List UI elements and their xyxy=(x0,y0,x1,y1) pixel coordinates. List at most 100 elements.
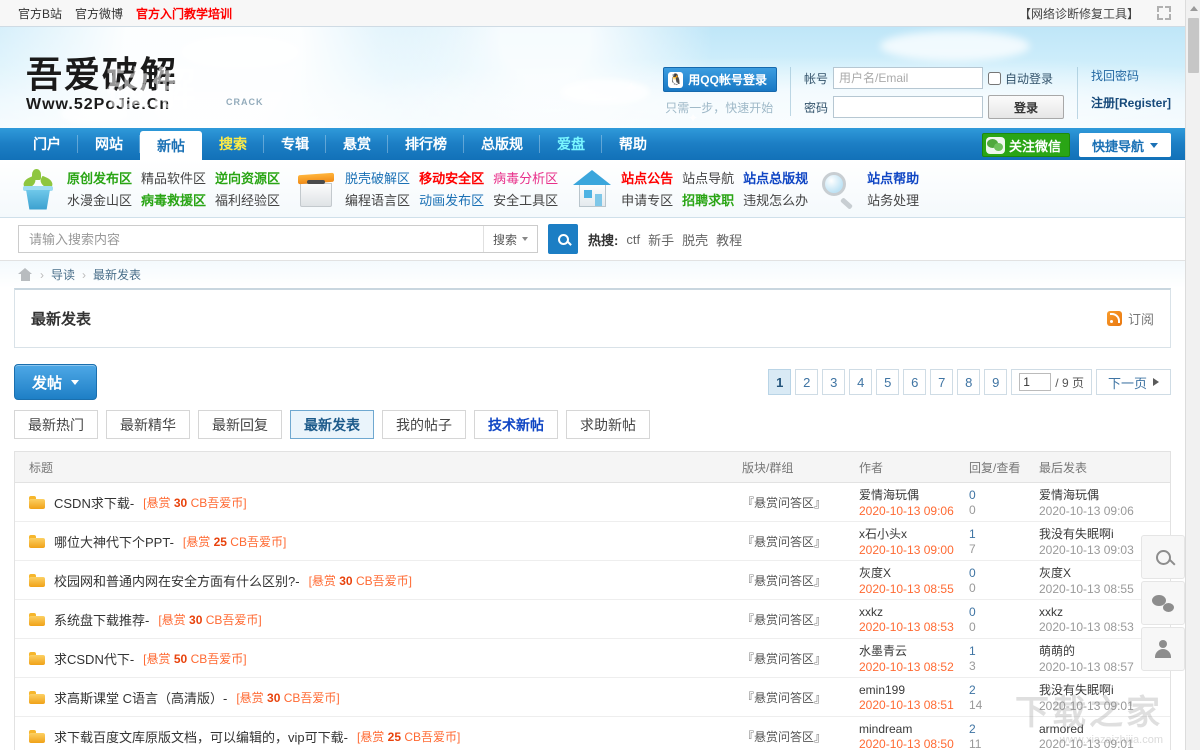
username-input[interactable] xyxy=(832,67,983,89)
forum-link[interactable]: 『悬赏问答区』 xyxy=(742,574,826,588)
page-jump-input[interactable] xyxy=(1019,373,1052,391)
nav-item-aipan[interactable]: 爱盘 xyxy=(540,128,602,160)
breadcrumb-item-guide[interactable]: 导读 xyxy=(51,266,75,283)
topbar-link-training[interactable]: 官方入门教学培训 xyxy=(136,5,232,22)
last-author-link[interactable]: 萌萌的 xyxy=(1039,642,1157,659)
cat-link-chat[interactable]: 水漫金山区 xyxy=(67,190,132,209)
breadcrumb-item-latest[interactable]: 最新发表 xyxy=(93,266,141,283)
table-row[interactable]: 求高斯课堂 C语言（高清版）- [悬赏 30 CB吾爱币] 『悬赏问答区』 em… xyxy=(15,678,1170,717)
cat-link-reverse-resource[interactable]: 逆向资源区 xyxy=(215,168,280,187)
tab-latest-post[interactable]: 最新发表 xyxy=(290,410,374,439)
cat-link-site-navigation[interactable]: 站点导航 xyxy=(682,168,734,187)
thread-title-link[interactable]: 哪位大神代下个PPT- xyxy=(54,532,174,551)
tab-tech-new[interactable]: 技术新帖 xyxy=(474,410,558,439)
side-profile-button[interactable] xyxy=(1141,627,1185,671)
forum-link[interactable]: 『悬赏问答区』 xyxy=(742,730,826,744)
cat-link-security-tools[interactable]: 安全工具区 xyxy=(493,190,558,209)
forum-link[interactable]: 『悬赏问答区』 xyxy=(742,535,826,549)
find-password-link[interactable]: 找回密码 xyxy=(1091,67,1171,84)
cat-link-unpack-crack[interactable]: 脱壳破解区 xyxy=(345,168,410,187)
cat-link-virus-analysis[interactable]: 病毒分析区 xyxy=(493,168,558,187)
next-page-button[interactable]: 下一页 xyxy=(1095,369,1171,395)
cat-link-programming[interactable]: 编程语言区 xyxy=(345,190,410,209)
cat-link-violation-help[interactable]: 违规怎么办 xyxy=(743,190,808,209)
author-link[interactable]: 灰度X xyxy=(859,564,969,581)
author-link[interactable]: mindream xyxy=(859,722,969,736)
page-button-8[interactable]: 8 xyxy=(957,369,981,395)
nav-item-rules[interactable]: 总版规 xyxy=(464,128,540,160)
thread-title-link[interactable]: 求高斯课堂 C语言（高清版）- xyxy=(54,688,227,707)
qq-login-button[interactable]: 🐧 用QQ帐号登录 xyxy=(663,67,777,92)
tab-latest-digest[interactable]: 最新精华 xyxy=(106,410,190,439)
cat-link-site-help[interactable]: 站点帮助 xyxy=(867,168,919,187)
thread-title-link[interactable]: 系统盘下载推荐- xyxy=(54,610,149,629)
page-button-7[interactable]: 7 xyxy=(930,369,954,395)
last-author-link[interactable]: xxkz xyxy=(1039,605,1157,619)
side-chat-button[interactable] xyxy=(1141,581,1185,625)
page-button-3[interactable]: 3 xyxy=(822,369,846,395)
topbar-link-weibo[interactable]: 官方微博 xyxy=(75,5,123,22)
search-input[interactable] xyxy=(19,226,483,252)
cat-link-welfare[interactable]: 福利经验区 xyxy=(215,190,280,209)
forum-link[interactable]: 『悬赏问答区』 xyxy=(742,652,826,666)
tab-my-posts[interactable]: 我的帖子 xyxy=(382,410,466,439)
subscribe-link[interactable]: 订阅 xyxy=(1106,309,1154,328)
login-button[interactable]: 登录 xyxy=(987,95,1064,119)
nav-item-help[interactable]: 帮助 xyxy=(602,128,664,160)
thread-title-link[interactable]: 校园网和普通内网在安全方面有什么区别?- xyxy=(54,571,300,590)
tab-latest-hot[interactable]: 最新热门 xyxy=(14,410,98,439)
register-link[interactable]: 注册[Register] xyxy=(1091,94,1171,111)
nav-item-new-posts[interactable]: 新帖 xyxy=(140,131,202,160)
auto-login-checkbox[interactable] xyxy=(987,71,1001,85)
last-author-link[interactable]: armored xyxy=(1039,722,1157,736)
table-row[interactable]: 求CSDN代下- [悬赏 50 CB吾爱币] 『悬赏问答区』 水墨青云 2020… xyxy=(15,639,1170,678)
last-author-link[interactable]: 我没有失眠啊i xyxy=(1039,681,1157,698)
nav-item-album[interactable]: 专辑 xyxy=(264,128,326,160)
topbar-link-bilibili[interactable]: 官方B站 xyxy=(18,5,62,22)
table-row[interactable]: 系统盘下载推荐- [悬赏 30 CB吾爱币] 『悬赏问答区』 xxkz 2020… xyxy=(15,600,1170,639)
author-link[interactable]: x石小头x xyxy=(859,525,969,542)
quick-nav-dropdown[interactable]: 快捷导航 xyxy=(1078,133,1171,157)
table-row[interactable]: 校园网和普通内网在安全方面有什么区别?- [悬赏 30 CB吾爱币] 『悬赏问答… xyxy=(15,561,1170,600)
cat-link-original-release[interactable]: 原创发布区 xyxy=(67,168,132,187)
thread-title-link[interactable]: CSDN求下载- xyxy=(54,493,134,512)
table-row[interactable]: CSDN求下载- [悬赏 30 CB吾爱币] 『悬赏问答区』 爱情海玩偶 202… xyxy=(15,483,1170,522)
hot-search-item-tutorial[interactable]: 教程 xyxy=(716,230,742,249)
author-link[interactable]: 爱情海玩偶 xyxy=(859,486,969,503)
forum-link[interactable]: 『悬赏问答区』 xyxy=(742,613,826,627)
cat-link-site-announcement[interactable]: 站点公告 xyxy=(621,168,673,187)
collapse-icon[interactable] xyxy=(1157,6,1171,20)
password-input[interactable] xyxy=(832,96,983,118)
window-scrollbar[interactable] xyxy=(1185,0,1200,750)
thread-title-link[interactable]: 求CSDN代下- xyxy=(54,649,134,668)
author-link[interactable]: emin199 xyxy=(859,683,969,697)
thread-title-link[interactable]: 求下载百度文库原版文档，可以编辑的，vip可下载- xyxy=(54,727,348,746)
home-icon[interactable] xyxy=(18,268,33,281)
page-button-4[interactable]: 4 xyxy=(849,369,873,395)
nav-item-bounty[interactable]: 悬赏 xyxy=(326,128,388,160)
search-submit-button[interactable] xyxy=(548,224,578,254)
nav-item-website[interactable]: 网站 xyxy=(78,128,140,160)
cat-link-recruitment[interactable]: 招聘求职 xyxy=(682,190,734,209)
page-button-6[interactable]: 6 xyxy=(903,369,927,395)
author-link[interactable]: xxkz xyxy=(859,605,969,619)
cat-link-apply-zone[interactable]: 申请专区 xyxy=(621,190,673,209)
cat-link-animation[interactable]: 动画发布区 xyxy=(419,190,484,209)
table-row[interactable]: 哪位大神代下个PPT- [悬赏 25 CB吾爱币] 『悬赏问答区』 x石小头x … xyxy=(15,522,1170,561)
search-scope-dropdown[interactable]: 搜索 xyxy=(482,226,537,252)
site-logo[interactable]: 破解 CRACK 吾爱破解 Www.52PoJie.Cn xyxy=(26,57,326,127)
new-post-button[interactable]: 发帖 xyxy=(14,364,98,400)
hot-search-item-newbie[interactable]: 新手 xyxy=(648,230,674,249)
nav-item-ranking[interactable]: 排行榜 xyxy=(388,128,464,160)
last-author-link[interactable]: 灰度X xyxy=(1039,564,1157,581)
author-link[interactable]: 水墨青云 xyxy=(859,642,969,659)
page-button-9[interactable]: 9 xyxy=(984,369,1008,395)
cat-link-virus-rescue[interactable]: 病毒救援区 xyxy=(141,190,206,209)
last-author-link[interactable]: 爱情海玩偶 xyxy=(1039,486,1157,503)
page-button-2[interactable]: 2 xyxy=(795,369,819,395)
forum-link[interactable]: 『悬赏问答区』 xyxy=(742,496,826,510)
cat-link-quality-software[interactable]: 精品软件区 xyxy=(141,168,206,187)
table-row[interactable]: 求下载百度文库原版文档，可以编辑的，vip可下载- [悬赏 25 CB吾爱币] … xyxy=(15,717,1170,750)
cat-link-site-rules[interactable]: 站点总版规 xyxy=(743,168,808,187)
tab-help-new[interactable]: 求助新帖 xyxy=(566,410,650,439)
